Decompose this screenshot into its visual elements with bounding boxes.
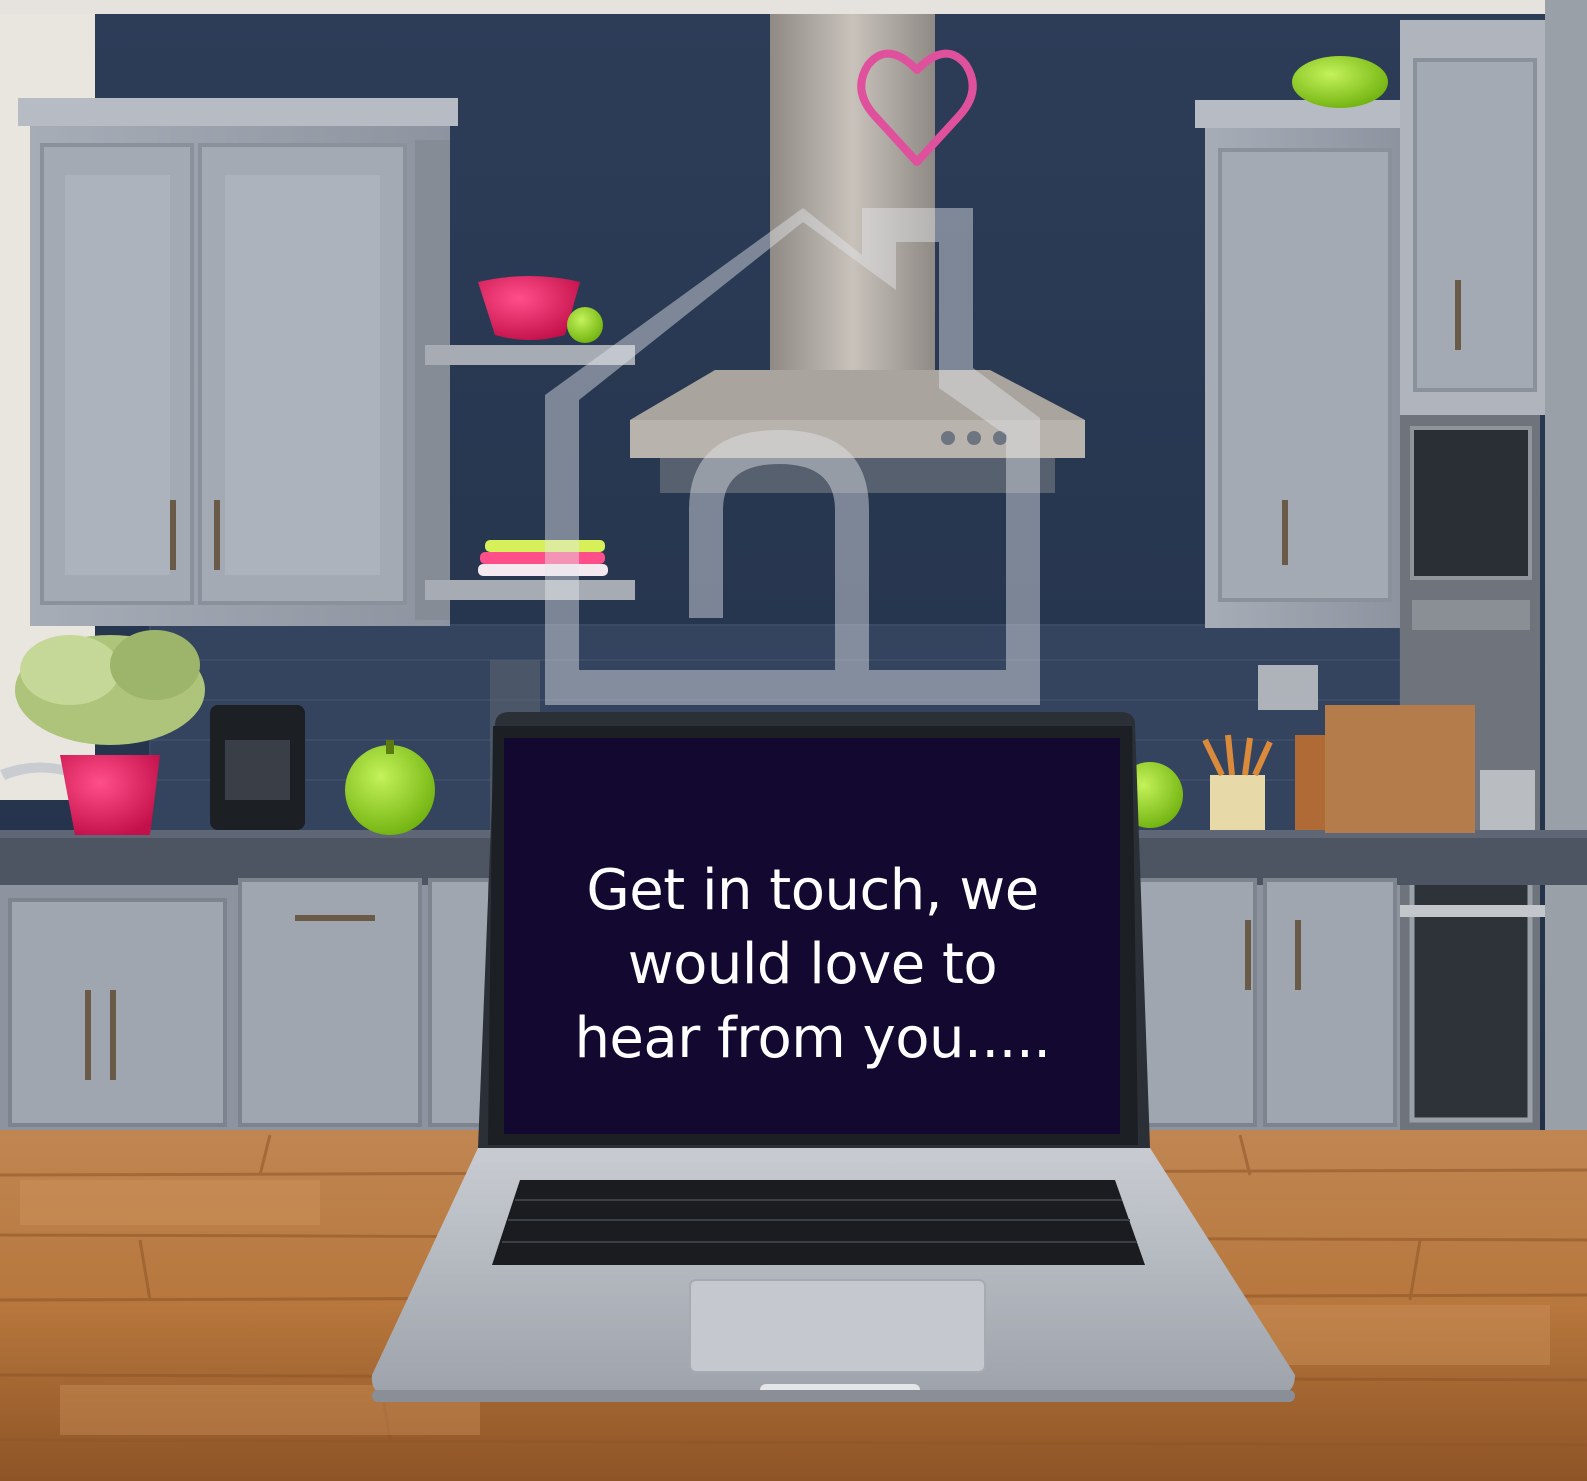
kitchen-photo: Get in touch, we would love to hear from… xyxy=(0,0,1587,1481)
screen-message-line-1: Get in touch, we xyxy=(586,858,1039,923)
keyboard xyxy=(492,1180,1145,1265)
kitchen-scene xyxy=(0,0,1587,1481)
screen-message-line-2: would love to xyxy=(627,932,998,997)
trackpad xyxy=(689,1279,986,1373)
screen-message: Get in touch, we would love to hear from… xyxy=(505,835,1120,1095)
screen-message-line-3: hear from you..... xyxy=(574,1006,1051,1071)
